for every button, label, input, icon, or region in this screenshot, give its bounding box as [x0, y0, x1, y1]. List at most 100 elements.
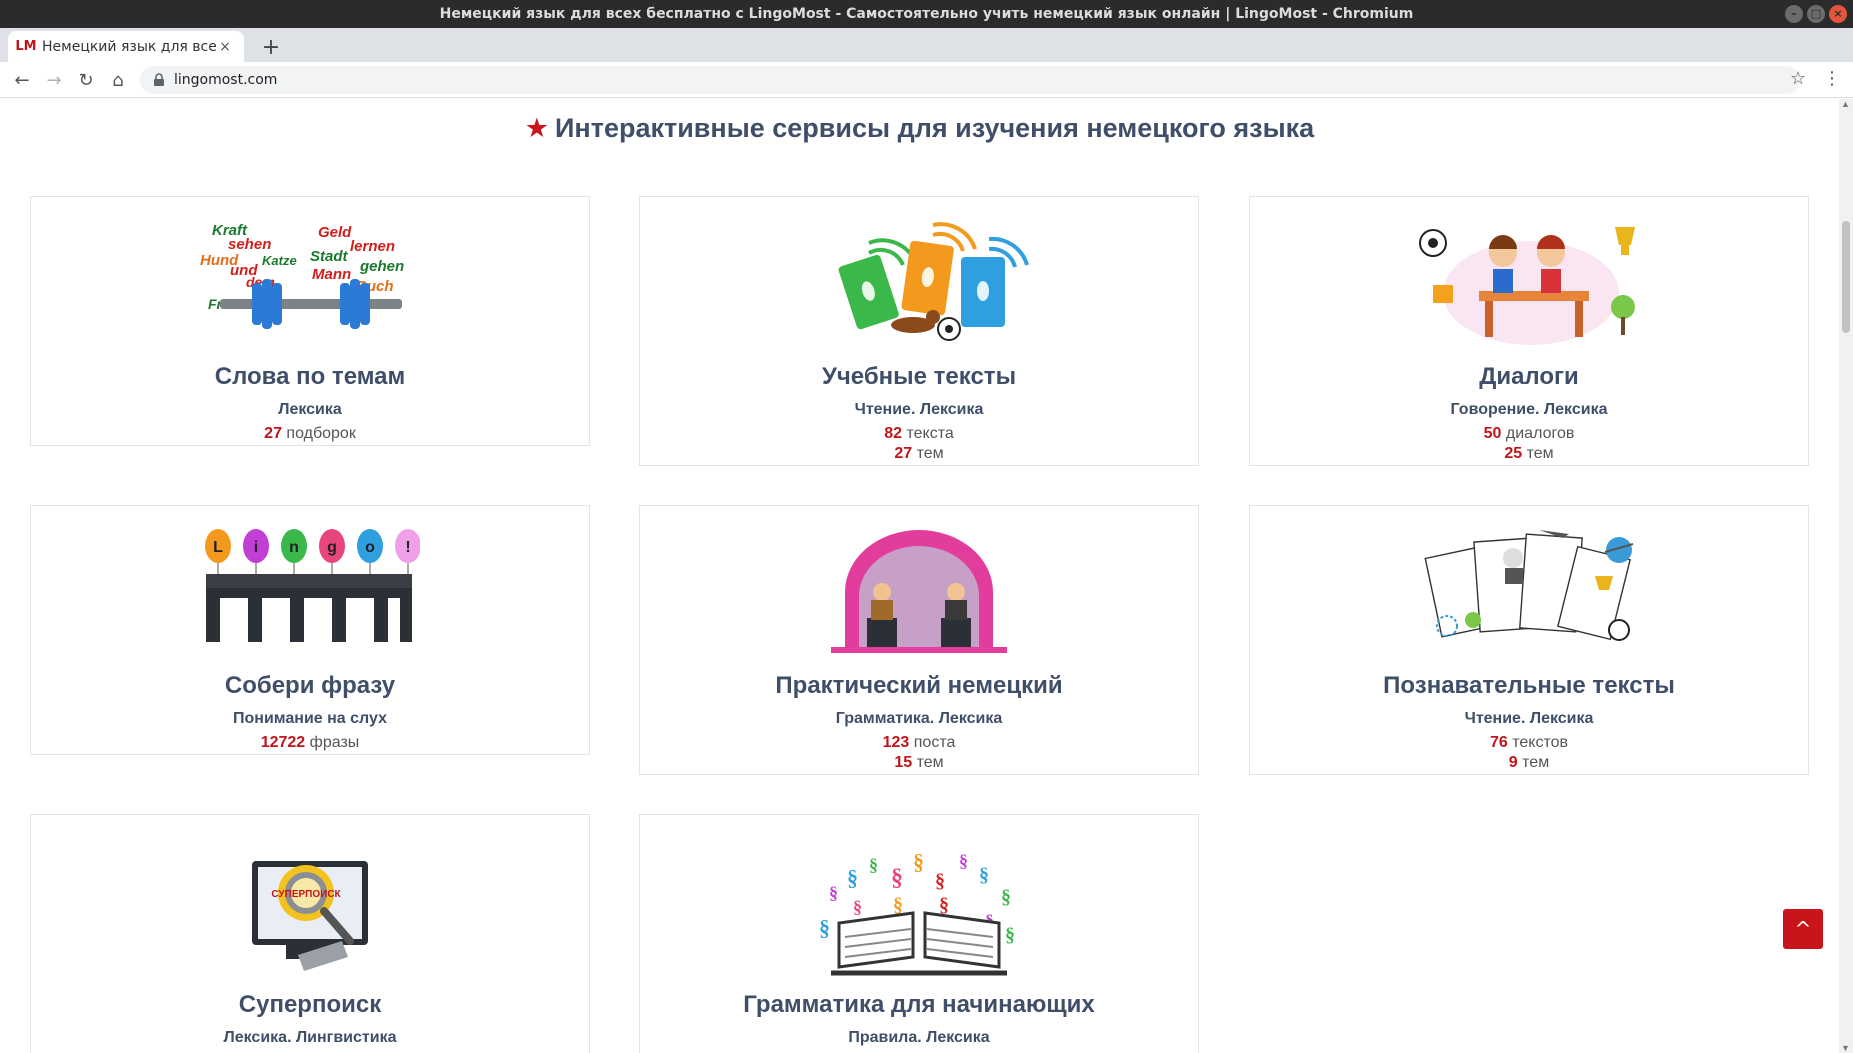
card-study-texts[interactable]: Учебные тексты Чтение. Лексика 82 текста… — [639, 196, 1199, 466]
browser-menu-icon[interactable]: ⋮ — [1822, 68, 1842, 89]
stat-number: 76 — [1489, 734, 1508, 751]
browser-tab[interactable]: LM Немецкий язык для всех × — [8, 31, 244, 62]
card-subtitle: Чтение. Лексика — [1464, 710, 1594, 727]
balloon-letter: o — [365, 539, 375, 556]
card-subtitle: Грамматика. Лексика — [835, 710, 1003, 727]
card-stat: 27 подборок — [31, 425, 589, 443]
paragraph-sign: § — [913, 849, 924, 874]
scroll-thumb[interactable] — [1842, 221, 1850, 333]
lock-icon — [154, 73, 164, 86]
address-bar[interactable]: lingomost.com — [140, 66, 1800, 94]
window-controls: – □ × — [1785, 5, 1847, 23]
stat-number: 27 — [264, 425, 282, 442]
card-stat: 76 текстов — [1250, 734, 1808, 752]
close-window-icon[interactable]: × — [1829, 5, 1847, 23]
stat-label: подборок — [286, 425, 356, 442]
card-title: Практический немецкий — [775, 672, 1063, 699]
card-stat: 12722 фразы — [31, 734, 589, 752]
paragraph-sign: § — [847, 865, 858, 890]
page-scrollbar[interactable]: ▲ ▼ — [1839, 99, 1853, 1053]
stat-label: тем — [1526, 445, 1554, 462]
scroll-down-arrow-icon[interactable]: ▼ — [1841, 1043, 1850, 1053]
word-cloud-word: Katze — [262, 253, 297, 268]
balloon-letter: n — [289, 539, 299, 556]
stat-label: поста — [913, 734, 956, 751]
forward-icon[interactable]: → — [42, 68, 66, 92]
card-title: Слова по темам — [214, 363, 406, 390]
stat-label: диалогов — [1505, 425, 1575, 442]
scroll-up-arrow-icon[interactable]: ▲ — [1841, 99, 1850, 109]
card-title: Собери фразу — [224, 672, 396, 699]
scroll-to-top-button[interactable]: ^ — [1783, 909, 1823, 949]
balloon-letter: L — [213, 539, 223, 556]
paragraph-sign: § — [979, 864, 989, 886]
papers-collage-icon — [1424, 530, 1634, 641]
card-dialogues[interactable]: Диалоги Говорение. Лексика 50 диалогов 2… — [1249, 196, 1809, 466]
paragraph-sign: § — [893, 894, 903, 916]
window-title: Немецкий язык для всех бесплатно с Lingo… — [439, 6, 1414, 22]
window-titlebar: Немецкий язык для всех бесплатно с Lingo… — [0, 0, 1853, 28]
card-stat: 50 диалогов — [1250, 425, 1808, 443]
paragraph-book-icon: §§§§§§§§§§§§§§§§§ — [819, 849, 1015, 976]
card-stat: 25 тем — [1250, 445, 1808, 463]
balloon-letter: g — [327, 539, 337, 556]
card-grammar-beginners[interactable]: §§§§§§§§§§§§§§§§§ Грамматика для начинаю… — [639, 814, 1199, 1053]
word-cloud-word: Mann — [312, 266, 351, 283]
card-title: Диалоги — [1479, 363, 1579, 390]
card-stat: 123 поста — [640, 734, 1198, 752]
paragraph-sign: § — [1001, 886, 1011, 908]
stat-number: 27 — [894, 445, 913, 462]
paragraph-sign: § — [869, 855, 878, 875]
card-subtitle: Лексика. Лингвистика — [223, 1029, 397, 1046]
card-super-search[interactable]: СУПЕРПОИСК Суперпоиск Лексика. Лингвисти… — [30, 814, 590, 1053]
card-subtitle: Говорение. Лексика — [1450, 401, 1608, 418]
page-viewport: ★ Интерактивные сервисы для изучения неме… — [0, 99, 1853, 1053]
word-cloud-word: Geld — [318, 224, 352, 241]
stat-label: текста — [906, 425, 954, 442]
stat-number: 25 — [1504, 445, 1523, 462]
home-icon[interactable]: ⌂ — [106, 68, 130, 92]
section-heading: ★ Интерактивные сервисы для изучения неме… — [0, 113, 1839, 144]
super-search-image-text: СУПЕРПОИСК — [271, 889, 341, 900]
dumbbell-words-icon: KraftsehenHundundKatzedemFrauGeldlernenS… — [200, 222, 404, 329]
stat-number: 9 — [1508, 754, 1518, 771]
card-build-phrase[interactable]: Li n g o! Собери фразу Понимание на слух 12… — [30, 505, 590, 755]
new-tab-button[interactable]: + — [258, 34, 284, 60]
card-stat: 15 тем — [640, 754, 1198, 772]
card-subtitle: Лексика — [278, 401, 342, 418]
stat-label: тем — [1522, 754, 1550, 771]
word-cloud-word: sehen — [228, 236, 271, 253]
stat-number: 50 — [1483, 425, 1502, 442]
magnifier-monitor-icon: СУПЕРПОИСК — [252, 861, 368, 971]
stat-label: текстов — [1512, 734, 1569, 751]
word-cloud-word: gehen — [359, 258, 404, 275]
lingomost-favicon-icon: LM — [15, 39, 37, 54]
card-educational-texts[interactable]: Познавательные тексты Чтение. Лексика 76… — [1249, 505, 1809, 775]
browser-toolbar: ← → ↻ ⌂ lingomost.com ☆ ⋮ — [0, 62, 1853, 98]
paragraph-sign: § — [853, 897, 862, 917]
stat-number: 15 — [894, 754, 913, 771]
balloons-bridge-icon: Li n g o! — [205, 529, 420, 642]
paragraph-sign: § — [959, 851, 968, 871]
minimize-icon[interactable]: – — [1785, 5, 1803, 23]
tab-strip: LM Немецкий язык для всех × + — [0, 28, 1853, 62]
stat-number: 123 — [882, 734, 910, 751]
tab-close-icon[interactable]: × — [216, 38, 234, 56]
section-title-text: Интерактивные сервисы для изучения немец… — [555, 113, 1315, 143]
paragraph-sign: § — [819, 915, 830, 940]
paragraph-sign: § — [891, 865, 903, 891]
card-words-by-topic[interactable]: KraftsehenHundundKatzedemFrauGeldlernenS… — [30, 196, 590, 446]
card-title: Познавательные тексты — [1383, 672, 1675, 699]
card-stat: 27 тем — [640, 445, 1198, 463]
stat-number: 82 — [884, 425, 903, 442]
card-title: Грамматика для начинающих — [743, 991, 1095, 1018]
back-icon[interactable]: ← — [10, 68, 34, 92]
stat-label: фразы — [309, 734, 360, 751]
maximize-icon[interactable]: □ — [1807, 5, 1825, 23]
card-practical-german[interactable]: Практический немецкий Грамматика. Лексик… — [639, 505, 1199, 775]
word-cloud-word: lernen — [350, 238, 395, 255]
bookmark-star-icon[interactable]: ☆ — [1790, 68, 1806, 89]
word-cloud-word: Stadt — [310, 248, 349, 265]
reload-icon[interactable]: ↻ — [74, 68, 98, 92]
balloon-letter: ! — [405, 539, 410, 556]
